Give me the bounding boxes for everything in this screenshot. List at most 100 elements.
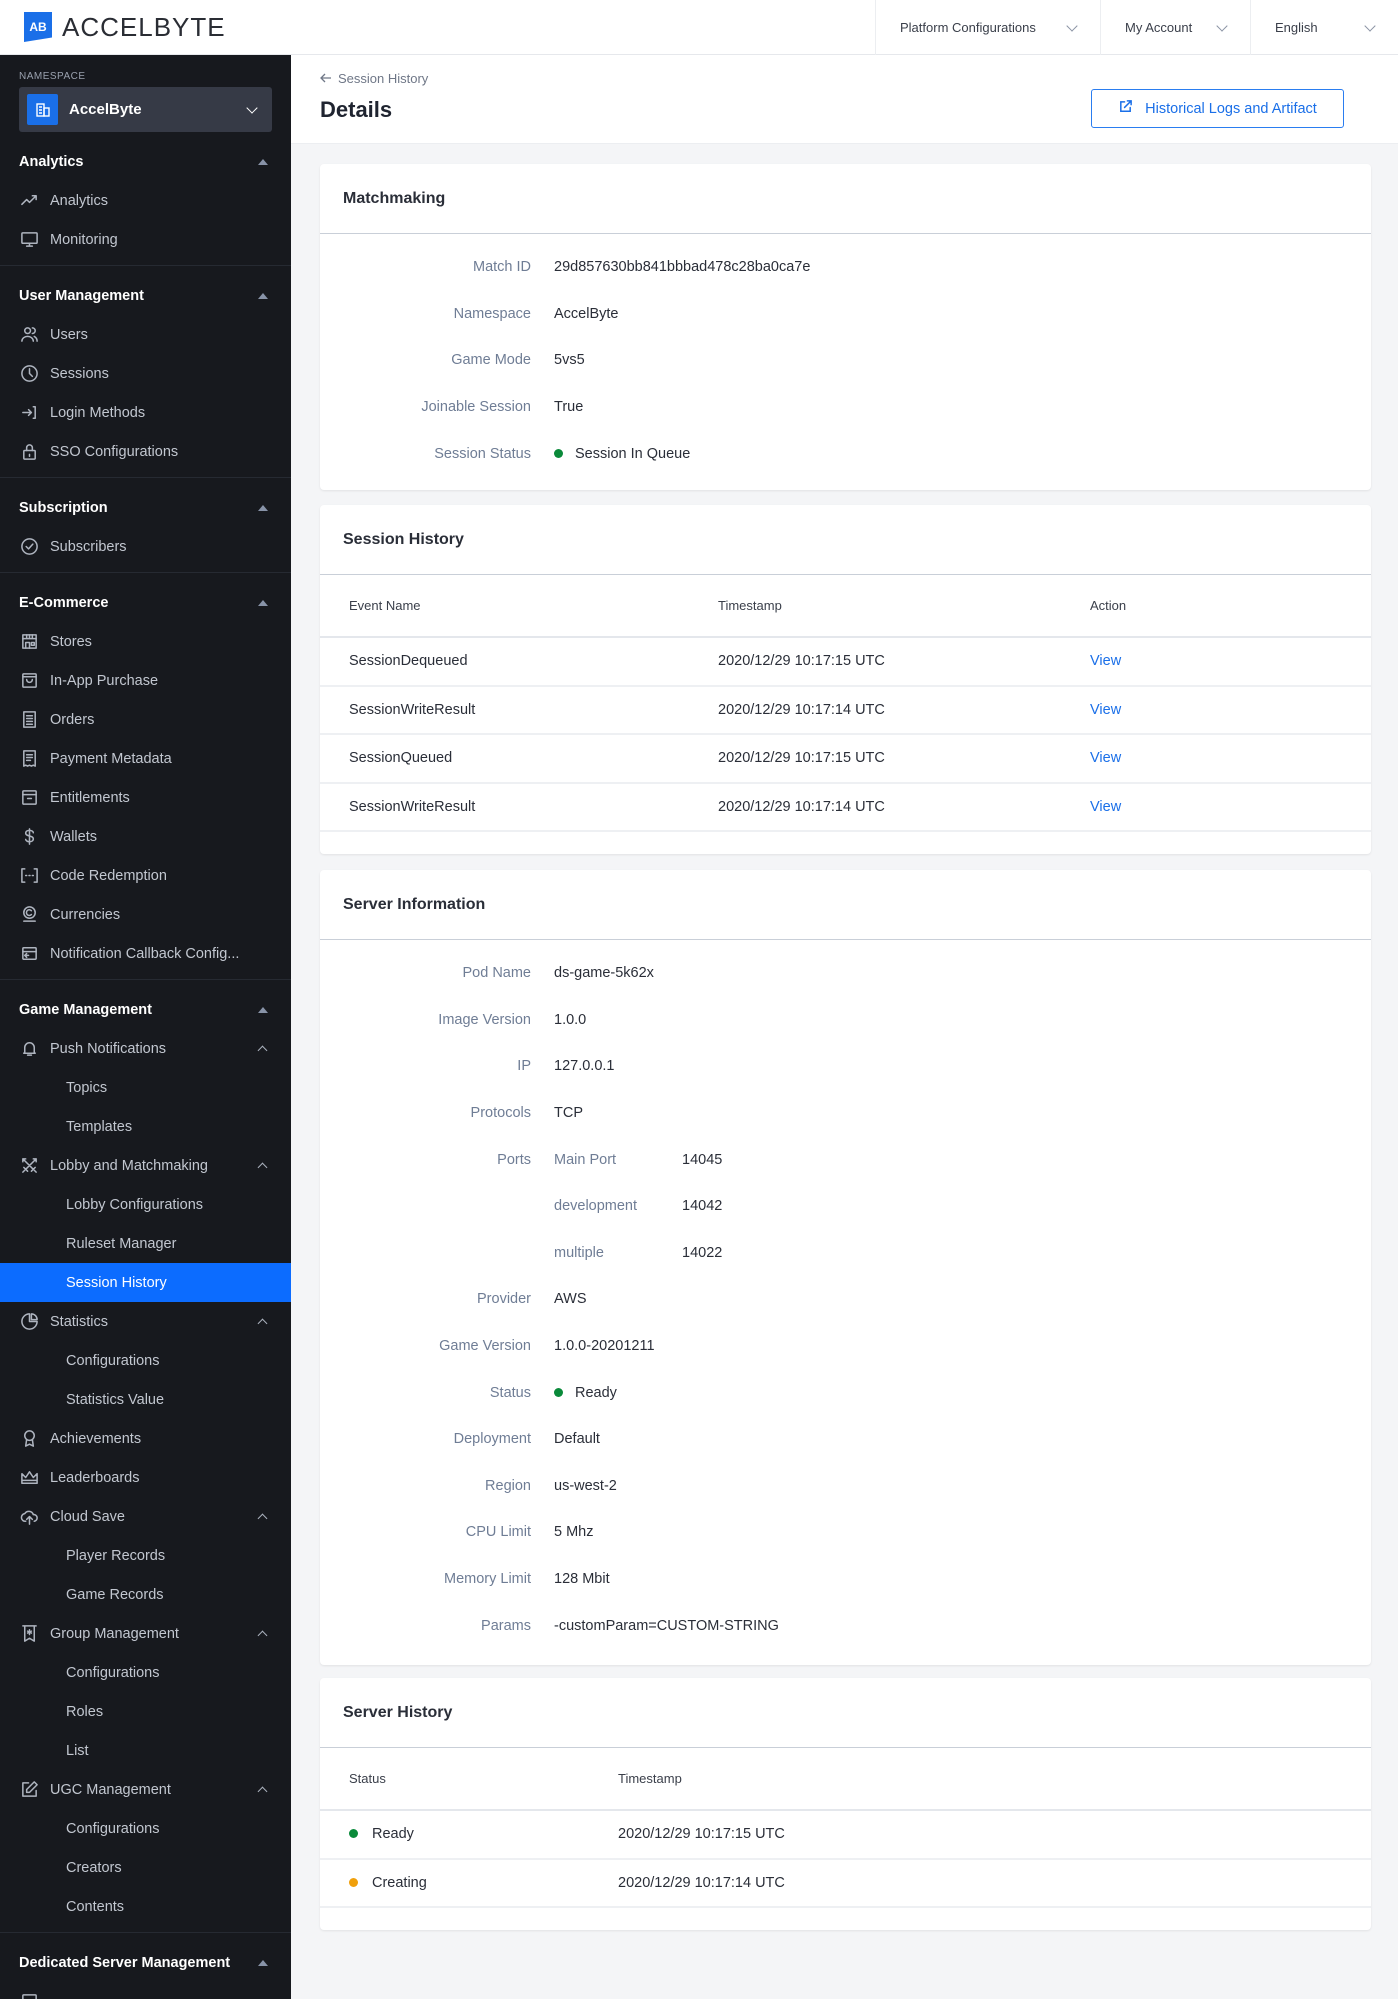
sidebar-item-users[interactable]: Users [0, 315, 291, 354]
sidebar-item-session-history[interactable]: Session History [0, 1263, 291, 1302]
view-link[interactable]: View [1090, 734, 1371, 784]
sidebar-item-player-records[interactable]: Player Records [0, 1536, 291, 1575]
sidebar-item-sessions[interactable]: Sessions [0, 354, 291, 393]
sidebar-item-game-records[interactable]: Game Records [0, 1575, 291, 1614]
sidebar-item-notification-callback[interactable]: Notification Callback Config... [0, 934, 291, 973]
cloud-upload-icon [19, 1507, 39, 1527]
cpu-limit-row: CPU Limit 5 Mhz [320, 1509, 1371, 1556]
protocols-row: Protocols TCP [320, 1090, 1371, 1137]
section-ecommerce: E-Commerce Stores In-App Purchase Orders… [0, 573, 291, 980]
sidebar-item-label: Cloud Save [50, 1508, 125, 1525]
sidebar-item-label: Achievements [50, 1430, 142, 1447]
card-title: Session History [320, 505, 1371, 575]
sidebar-item-roles[interactable]: Roles [0, 1692, 291, 1731]
sidebar-item-orders[interactable]: Orders [0, 700, 291, 739]
clock-icon [19, 364, 39, 384]
breadcrumb[interactable]: Session History [320, 71, 428, 86]
port-value: 14045 [682, 1151, 723, 1168]
session-history-table: Event Name Timestamp Action SessionDeque… [320, 575, 1371, 832]
sidebar-item-lobby-configurations[interactable]: Lobby Configurations [0, 1185, 291, 1224]
sidebar-item-label: Subscribers [50, 538, 127, 555]
chevron-down-icon [1364, 19, 1376, 32]
section-header-subscription[interactable]: Subscription [0, 488, 291, 527]
port-name: Main Port [554, 1151, 617, 1168]
field-label: Pod Name [462, 965, 531, 982]
sidebar-item-in-app-purchase[interactable]: In-App Purchase [0, 661, 291, 700]
match-id-value: 29d857630bb841bbbad478c28ba0ca7e [554, 259, 811, 276]
collapse-triangle-icon [258, 504, 268, 511]
chevron-down-icon [1216, 19, 1228, 32]
accelbyte-logo-icon: AB [24, 12, 52, 42]
section-header-game-management[interactable]: Game Management [0, 990, 291, 1029]
sidebar-item-label: Orders [50, 711, 95, 728]
sidebar-item-label: Statistics [50, 1313, 109, 1330]
sidebar-item-contents[interactable]: Contents [0, 1887, 291, 1926]
section-title: Game Management [19, 1001, 152, 1018]
column-header: Status [320, 1748, 618, 1811]
sidebar-item-statistics-value[interactable]: Statistics Value [0, 1380, 291, 1419]
badge-check-icon [19, 537, 39, 557]
breadcrumb-link[interactable]: Session History [338, 71, 428, 86]
historical-logs-button[interactable]: Historical Logs and Artifact [1091, 89, 1344, 128]
my-account-menu[interactable]: My Account [1100, 0, 1250, 55]
sidebar-item-statistics[interactable]: Statistics [0, 1302, 291, 1341]
status-row: Status Ready [320, 1369, 1371, 1416]
sidebar-item-label: In-App Purchase [50, 672, 159, 689]
table-row: Creating 2020/12/29 10:17:14 UTC [320, 1858, 1371, 1908]
namespace-select[interactable]: AccelByte [19, 87, 272, 132]
menu-label: Platform Configurations [900, 20, 1036, 35]
sidebar-item-monitoring[interactable]: Monitoring [0, 220, 291, 259]
section-header-dedicated-server[interactable]: Dedicated Server Management [0, 1943, 291, 1982]
sidebar-item-entitlements[interactable]: Entitlements [0, 778, 291, 817]
field-label: Game Version [439, 1338, 531, 1355]
ip-value: 127.0.0.1 [554, 1058, 615, 1075]
sidebar-item-ugc-management[interactable]: UGC Management [0, 1770, 291, 1809]
sidebar-item-payment-metadata[interactable]: Payment Metadata [0, 739, 291, 778]
chevron-up-icon [257, 1786, 268, 1797]
sidebar-item-stores[interactable]: Stores [0, 622, 291, 661]
section-user-management: User Management Users Sessions Login Met… [0, 266, 291, 478]
section-subscription: Subscription Subscribers [0, 478, 291, 573]
view-link[interactable]: View [1090, 782, 1371, 832]
section-header-analytics[interactable]: Analytics [0, 142, 291, 181]
cpu-limit-value: 5 Mhz [554, 1524, 594, 1541]
namespace-row: Namespace AccelByte [320, 291, 1371, 338]
platform-configurations-menu[interactable]: Platform Configurations [875, 0, 1100, 55]
field-label: Region [485, 1477, 531, 1494]
language-menu[interactable]: English [1250, 0, 1398, 55]
sidebar-item-push-notifications[interactable]: Push Notifications [0, 1029, 291, 1068]
section-header-ecommerce[interactable]: E-Commerce [0, 583, 291, 622]
sidebar-item-analytics[interactable]: Analytics [0, 181, 291, 220]
sidebar-item-list[interactable]: List [0, 1731, 291, 1770]
timestamp: 2020/12/29 10:17:14 UTC [718, 782, 1090, 832]
section-header-user-management[interactable]: User Management [0, 276, 291, 315]
logo[interactable]: AB ACCELBYTE [0, 0, 291, 55]
bell-icon [19, 1039, 39, 1059]
sidebar-item-creators[interactable]: Creators [0, 1848, 291, 1887]
view-link[interactable]: View [1090, 685, 1371, 735]
sidebar-item-label: Currencies [50, 906, 121, 923]
sidebar-item-currencies[interactable]: Currencies [0, 895, 291, 934]
timestamp: 2020/12/29 10:17:15 UTC [718, 637, 1090, 687]
event-name: SessionWriteResult [320, 782, 718, 832]
sidebar-item-lobby-matchmaking[interactable]: Lobby and Matchmaking [0, 1146, 291, 1185]
match-id-row: Match ID 29d857630bb841bbbad478c28ba0ca7e [320, 244, 1371, 291]
sidebar-item-ruleset-manager[interactable]: Ruleset Manager [0, 1224, 291, 1263]
sidebar-item-subscribers[interactable]: Subscribers [0, 527, 291, 566]
sidebar-item-templates[interactable]: Templates [0, 1107, 291, 1146]
view-link[interactable]: View [1090, 637, 1371, 687]
code-bracket-icon [19, 866, 39, 886]
sidebar-item-wallets[interactable]: Wallets [0, 817, 291, 856]
sidebar-item-group-management[interactable]: Group Management [0, 1614, 291, 1653]
sidebar-item-ugc-configurations[interactable]: Configurations [0, 1809, 291, 1848]
sidebar-item-login-methods[interactable]: Login Methods [0, 393, 291, 432]
sidebar-item-code-redemption[interactable]: Code Redemption [0, 856, 291, 895]
sidebar-item-sso-configurations[interactable]: SSO Configurations [0, 432, 291, 471]
sidebar-item-cloud-save[interactable]: Cloud Save [0, 1497, 291, 1536]
sidebar-item-servers-partial[interactable] [0, 1982, 291, 1999]
sidebar-item-topics[interactable]: Topics [0, 1068, 291, 1107]
sidebar-item-achievements[interactable]: Achievements [0, 1419, 291, 1458]
sidebar-item-leaderboards[interactable]: Leaderboards [0, 1458, 291, 1497]
sidebar-item-statistics-configurations[interactable]: Configurations [0, 1341, 291, 1380]
sidebar-item-group-configurations[interactable]: Configurations [0, 1653, 291, 1692]
